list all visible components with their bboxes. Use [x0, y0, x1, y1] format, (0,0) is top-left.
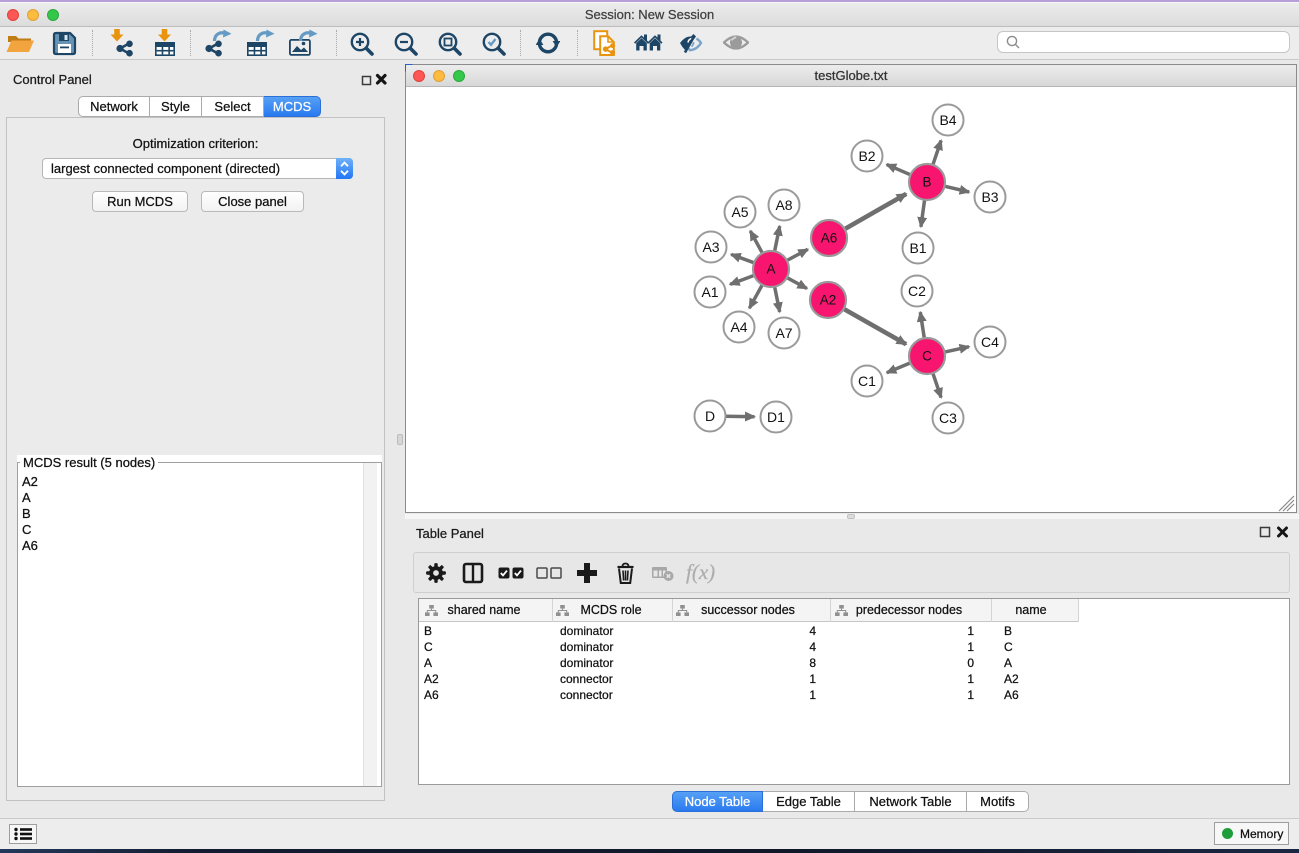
svg-text:A8: A8: [775, 197, 792, 213]
svg-text:D1: D1: [767, 409, 785, 425]
svg-text:C4: C4: [981, 334, 999, 350]
svg-text:A3: A3: [702, 239, 719, 255]
svg-text:A6: A6: [821, 231, 838, 246]
svg-text:C: C: [922, 349, 932, 364]
svg-text:B4: B4: [939, 112, 956, 128]
svg-text:C1: C1: [858, 373, 876, 389]
svg-text:B2: B2: [858, 148, 875, 164]
svg-text:B1: B1: [909, 240, 926, 256]
svg-text:D: D: [705, 408, 715, 424]
svg-text:C2: C2: [908, 283, 926, 299]
svg-text:A1: A1: [701, 284, 718, 300]
svg-text:B: B: [922, 175, 931, 190]
svg-text:A7: A7: [775, 325, 792, 341]
svg-text:A5: A5: [731, 204, 748, 220]
svg-text:B3: B3: [981, 189, 998, 205]
svg-text:C3: C3: [939, 410, 957, 426]
svg-text:A: A: [766, 262, 775, 277]
svg-text:A2: A2: [820, 293, 837, 308]
svg-text:A4: A4: [730, 319, 747, 335]
